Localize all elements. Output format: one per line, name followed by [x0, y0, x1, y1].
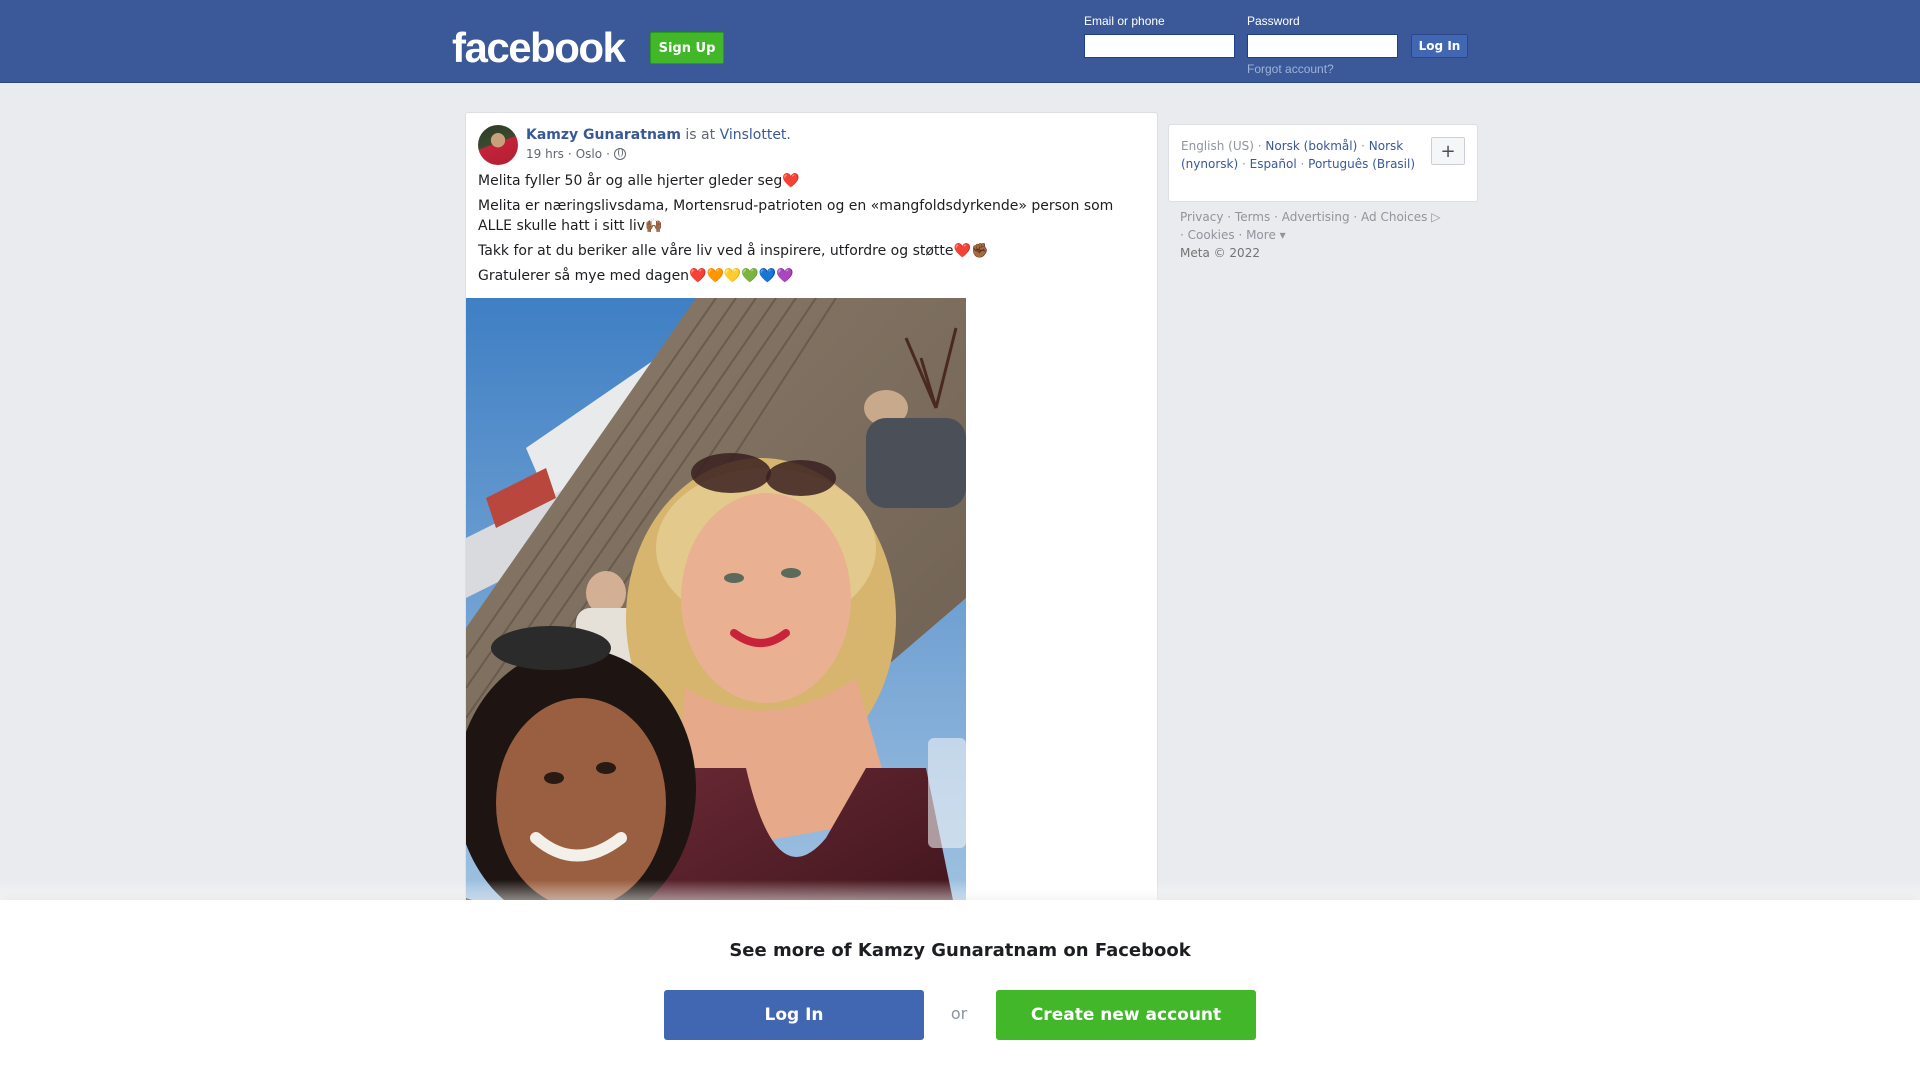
- post-meta: 19 hrs · Oslo ·: [526, 147, 626, 161]
- selfie-photo: [466, 298, 966, 964]
- email-field[interactable]: [1084, 34, 1235, 58]
- caret-down-icon: ▾: [1275, 228, 1286, 242]
- cookies-link[interactable]: Cookies: [1188, 228, 1235, 242]
- ad-choices-icon: ▷: [1427, 210, 1441, 224]
- email-label: Email or phone: [1084, 14, 1165, 28]
- post-time[interactable]: 19 hrs: [526, 147, 564, 161]
- post-paragraph: Takk for at du beriker alle våre liv ved…: [478, 243, 989, 259]
- post-location[interactable]: Oslo: [576, 147, 602, 161]
- author-name[interactable]: Kamzy Gunaratnam: [526, 127, 681, 143]
- current-language: English (US): [1181, 139, 1254, 153]
- meta-separator: ·: [606, 147, 610, 161]
- header-login-button[interactable]: Log In: [1411, 34, 1468, 58]
- advertising-link[interactable]: Advertising: [1282, 210, 1350, 224]
- post-header: Kamzy Gunaratnam is at Vinslottet.: [526, 126, 791, 144]
- language-link-norsk-bokmal[interactable]: Norsk (bokmål): [1265, 139, 1357, 153]
- password-field[interactable]: [1247, 34, 1398, 58]
- language-link-espanol[interactable]: Español: [1250, 157, 1297, 171]
- avatar[interactable]: [478, 125, 518, 165]
- overlay-title: See more of Kamzy Gunaratnam on Facebook: [729, 940, 1191, 961]
- forgot-account-link[interactable]: Forgot account?: [1247, 62, 1334, 76]
- post-paragraph: Melita er næringslivsdama, Mortensrud-pa…: [478, 198, 1114, 234]
- copyright: Meta © 2022: [1180, 246, 1260, 260]
- more-languages-button[interactable]: +: [1431, 137, 1465, 165]
- facebook-logo[interactable]: facebook: [452, 26, 626, 70]
- post-paragraph: Melita fyller 50 år og alle hjerter gled…: [478, 173, 800, 189]
- more-link[interactable]: More: [1246, 228, 1276, 242]
- ad-choices-link[interactable]: Ad Choices: [1361, 210, 1427, 224]
- place-link[interactable]: Vinslottet.: [720, 127, 791, 143]
- top-bar: facebook Sign Up Email or phone Password…: [0, 0, 1920, 83]
- post-paragraph: Gratulerer så mye med dagen❤️🧡💛💚💙💜: [478, 268, 794, 284]
- meta-separator: ·: [567, 147, 572, 161]
- privacy-link[interactable]: Privacy: [1180, 210, 1223, 224]
- footer-links: Privacy · Terms · Advertising · Ad Choic…: [1180, 210, 1441, 260]
- create-account-button[interactable]: Create new account: [996, 990, 1256, 1040]
- language-link-portugues[interactable]: Português (Brasil): [1308, 157, 1415, 171]
- language-box: English (US) · Norsk (bokmål) · Norsk (n…: [1168, 124, 1478, 202]
- overlay-or-text: or: [950, 1004, 968, 1023]
- action-text: is at: [685, 127, 716, 143]
- language-list: English (US) · Norsk (bokmål) · Norsk (n…: [1181, 139, 1416, 171]
- signup-button[interactable]: Sign Up: [650, 32, 724, 64]
- terms-link[interactable]: Terms: [1235, 210, 1270, 224]
- globe-icon: [613, 148, 626, 160]
- post-photo[interactable]: [466, 298, 966, 964]
- post-body: Melita fyller 50 år og alle hjerter gled…: [478, 171, 1148, 291]
- login-overlay: See more of Kamzy Gunaratnam on Facebook…: [0, 900, 1920, 1080]
- password-label: Password: [1247, 14, 1300, 28]
- overlay-login-button[interactable]: Log In: [664, 990, 924, 1040]
